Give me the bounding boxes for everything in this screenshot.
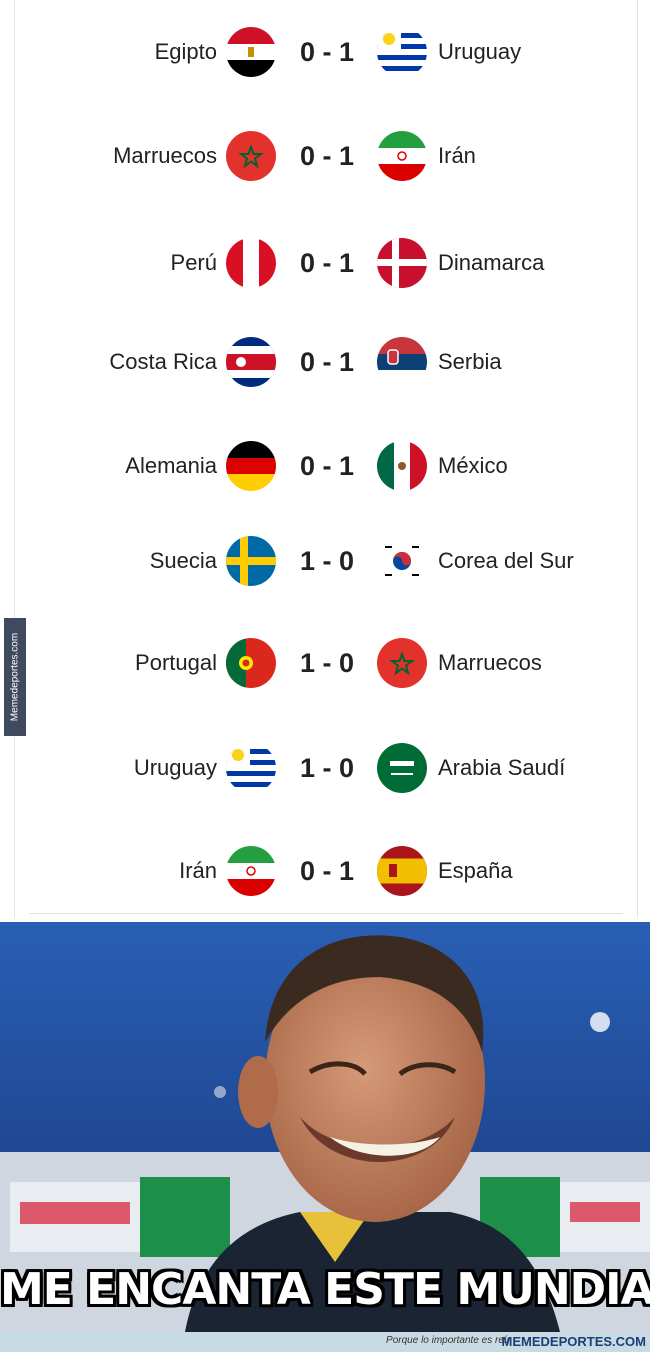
match-row[interactable]: Egipto 0 - 1 Uruguay [15, 22, 637, 82]
away-team-name: México [438, 453, 508, 478]
match-row[interactable]: Portugal 1 - 0 Marruecos [15, 633, 637, 693]
egypt-flag-icon [226, 27, 276, 77]
sweden-flag-icon [226, 536, 276, 586]
home-team-name: Alemania [125, 453, 217, 478]
away-team-name: Marruecos [438, 650, 542, 675]
uruguay-flag-icon [226, 743, 276, 793]
match-score: 0 - 1 [299, 856, 355, 886]
match-results-list: Egipto 0 - 1 Uruguay Marruecos 0 - 1 Irán Perú… [14, 0, 638, 918]
match-row[interactable]: Uruguay 1 - 0 Arabia Saudí [15, 738, 637, 798]
footer-tagline: Porque lo importante es reír [386, 1335, 510, 1346]
home-team-name: Irán [179, 858, 217, 883]
match-row[interactable]: Perú 0 - 1 Dinamarca [15, 233, 637, 293]
match-score: 0 - 1 [299, 141, 355, 171]
match-row[interactable]: Alemania 0 - 1 México [15, 436, 637, 496]
peru-flag-icon [226, 238, 276, 288]
meme-image: ME ENCANTA ESTE MUNDIAL [0, 922, 650, 1332]
germany-flag-icon [226, 441, 276, 491]
away-team-name: Uruguay [438, 39, 522, 64]
away-team-name: Dinamarca [438, 250, 545, 275]
serbia-flag-icon [377, 337, 427, 387]
uruguay-flag-icon [377, 27, 427, 77]
match-row[interactable]: Costa Rica 0 - 1 Serbia [15, 332, 637, 392]
match-row[interactable]: Suecia 1 - 0 Corea del Sur [15, 531, 637, 591]
side-watermark-text: Memedeportes.com [9, 632, 21, 722]
costa-rica-flag-icon [226, 337, 276, 387]
away-team-name: Corea del Sur [438, 548, 574, 573]
away-team-name: Arabia Saudí [438, 755, 566, 780]
home-team-name: Costa Rica [109, 349, 217, 374]
iran-flag-icon [377, 131, 427, 181]
iran-flag-icon [226, 846, 276, 896]
saudi-arabia-flag-icon [377, 743, 427, 793]
match-score: 1 - 0 [299, 648, 355, 678]
portugal-flag-icon [226, 638, 276, 688]
home-team-name: Marruecos [113, 143, 217, 168]
morocco-flag-icon [226, 131, 276, 181]
match-row[interactable]: Marruecos 0 - 1 Irán [15, 126, 637, 186]
away-team-name: España [438, 858, 513, 883]
mexico-flag-icon [377, 441, 427, 491]
home-team-name: Uruguay [133, 755, 217, 780]
match-score: 0 - 1 [299, 451, 355, 481]
home-team-name: Portugal [135, 650, 217, 675]
meme-caption: ME ENCANTA ESTE MUNDIAL [0, 1264, 650, 1315]
side-watermark: Memedeportes.com [4, 618, 26, 736]
away-team-name: Irán [438, 143, 476, 168]
home-team-name: Egipto [154, 39, 217, 64]
match-score: 0 - 1 [299, 248, 355, 278]
spain-flag-icon [377, 846, 427, 896]
match-score: 0 - 1 [299, 37, 355, 67]
match-score: 1 - 0 [299, 753, 355, 783]
denmark-flag-icon [377, 238, 427, 288]
home-team-name: Perú [170, 250, 217, 275]
morocco-flag-icon [377, 638, 427, 688]
match-row[interactable]: Irán 0 - 1 España [15, 841, 637, 901]
south-korea-flag-icon [377, 536, 427, 586]
match-score: 1 - 0 [299, 546, 355, 576]
match-score: 0 - 1 [299, 347, 355, 377]
footer-bar: Porque lo importante es reír MEMEDEPORTE… [0, 1332, 650, 1352]
home-team-name: Suecia [149, 548, 217, 573]
footer-brand: MEMEDEPORTES.COM [501, 1334, 646, 1349]
away-team-name: Serbia [438, 349, 502, 374]
